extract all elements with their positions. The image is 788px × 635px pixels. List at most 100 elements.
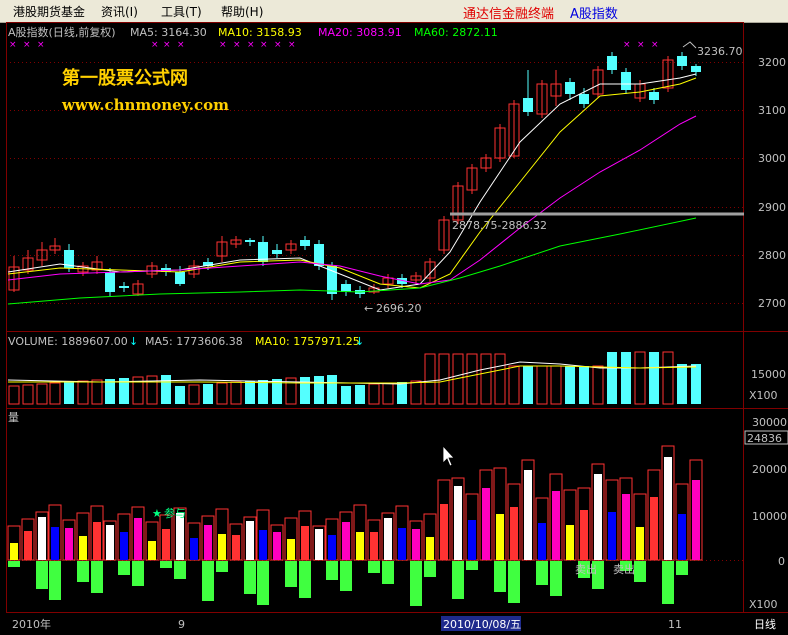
- indicator-inner-bar: [398, 528, 406, 560]
- menu-bar: 港股期货基金 资讯(I) 工具(T) 帮助(H) 通达信金融终端 A股指数: [0, 0, 788, 23]
- volume-ma10-arrow-icon: ↓: [355, 335, 364, 348]
- indicator-negative-bar: [536, 561, 548, 585]
- watermark-title: 第一股票公式网: [62, 67, 188, 89]
- menu-hk-futures-funds[interactable]: 港股期货基金: [13, 3, 85, 20]
- volume-bar-down: [245, 381, 255, 404]
- candle-down: [691, 66, 701, 72]
- indicator-inner-bar: [566, 525, 574, 560]
- indicator-negative-bar: [49, 561, 61, 600]
- volume-bar-down: [677, 364, 687, 404]
- high-label: 3236.70: [697, 45, 743, 58]
- ma20-line: [7, 115, 697, 285]
- indicator-negative-bar: [382, 561, 394, 584]
- volume-bar-down: [64, 382, 74, 404]
- volume-bar-down: [397, 382, 407, 404]
- indicator-inner-bar: [594, 474, 602, 560]
- volume-bar-down: [258, 380, 268, 404]
- indicator-inner-bar: [79, 536, 87, 560]
- ma5-value: MA5: 3164.30: [130, 26, 207, 39]
- indicator-inner-bar: [580, 510, 588, 560]
- candle-down: [677, 56, 687, 66]
- indicator-inner-bar: [204, 525, 212, 560]
- volume-bar-down: [300, 377, 310, 404]
- buy-label: 参与: [164, 506, 186, 520]
- price-tick-3100: 3100: [758, 104, 786, 117]
- indicator-inner-bar: [24, 531, 32, 560]
- indicator-tick-0: 0: [778, 555, 785, 568]
- indicator-inner-bar: [65, 528, 73, 560]
- volume-bar-down: [579, 366, 589, 404]
- indicator-inner-bar: [315, 529, 323, 560]
- price-tick-2700: 2700: [758, 297, 786, 310]
- volume-bar-up: [494, 353, 506, 405]
- watermark-url: www.chnmoney.com: [61, 96, 229, 114]
- indicator-inner-bar: [622, 494, 630, 560]
- indicator-inner-bar: [176, 513, 184, 560]
- price-panel-header: A股指数(日线,前复权) MA5: 3164.30 MA10: 3158.93 …: [8, 25, 498, 39]
- volume-bar-up: [550, 365, 562, 405]
- menu-info[interactable]: 资讯(I): [101, 3, 138, 20]
- volume-bar-down: [161, 375, 171, 404]
- indicator-inner-bar: [636, 527, 644, 560]
- volume-ma10: MA10: 1757971.25: [255, 335, 360, 348]
- indicator-negative-bar: [424, 561, 436, 577]
- indicator-negative-bar: [299, 561, 311, 598]
- volume-bar-down: [523, 366, 533, 404]
- volume-bar-up: [22, 384, 34, 405]
- signal-marker: ×: [219, 40, 227, 50]
- signal-marker: ×: [637, 40, 645, 50]
- ma60-value: MA60: 2872.11: [414, 26, 498, 39]
- indicator-tick-30000: 30000: [752, 416, 787, 429]
- signal-marker: ×: [260, 40, 268, 50]
- candle-down: [341, 284, 351, 292]
- indicator-negative-bar: [634, 561, 646, 582]
- sell-label-2: 卖出: [613, 562, 635, 576]
- indicator-negative-bar: [676, 561, 688, 575]
- indicator-negative-bar: [368, 561, 380, 573]
- indicator-inner-bar: [664, 457, 672, 560]
- indicator-inner-bar: [273, 532, 281, 560]
- x-label-9: 9: [178, 618, 185, 631]
- x-cursor-date: 2010/10/08/五: [443, 618, 521, 631]
- signal-marker: ×: [247, 40, 255, 50]
- volume-bar-down: [105, 379, 115, 404]
- indicator-negative-bar: [132, 561, 144, 586]
- candlestick-series: [8, 52, 701, 300]
- indicator-negative-bar: [8, 561, 20, 567]
- menu-tools[interactable]: 工具(T): [161, 3, 202, 20]
- indicator-inner-bar: [190, 538, 198, 560]
- indicator-negative-bar: [326, 561, 338, 580]
- indicator-inner-bar: [246, 521, 254, 560]
- indicator-negative-bar: [216, 561, 228, 572]
- stock-chart[interactable]: A股指数(日线,前复权) MA5: 3164.30 MA10: 3158.93 …: [0, 22, 788, 635]
- signal-marker: ×: [9, 40, 17, 50]
- volume-bar-up: [592, 365, 604, 405]
- candle-down: [565, 82, 575, 94]
- volume-bar-down: [565, 366, 575, 404]
- volume-bar-up: [188, 384, 200, 405]
- volume-bar-down: [355, 385, 365, 404]
- volume-bar-down: [203, 384, 213, 404]
- volume-bar-down: [327, 375, 337, 404]
- indicator-negative-bar: [160, 561, 172, 568]
- indicator-inner-bar: [384, 518, 392, 560]
- indicator-inner-bar: [524, 470, 532, 560]
- indicator-negative-bar: [285, 561, 297, 587]
- indicator-inner-bar: [496, 514, 504, 560]
- indicator-inner-bar: [510, 507, 518, 560]
- signal-marker: ×: [163, 40, 171, 50]
- menu-help[interactable]: 帮助(H): [221, 3, 263, 20]
- ma20-value: MA20: 3083.91: [318, 26, 402, 39]
- indicator-negative-bar: [550, 561, 562, 596]
- indicator-inner-bar: [482, 488, 490, 560]
- indicator-inner-bar: [538, 523, 546, 560]
- candle-down: [105, 272, 115, 292]
- indicator-inner-bar: [650, 497, 658, 560]
- volume-bar-up: [146, 375, 158, 405]
- volume-bar-down: [691, 364, 701, 404]
- indicator-negative-bar: [466, 561, 478, 570]
- volume-bar-up: [480, 353, 492, 405]
- low-label: 2696.20: [376, 302, 422, 315]
- indicator-inner-bar: [259, 530, 267, 560]
- volume-bar-down: [607, 352, 617, 404]
